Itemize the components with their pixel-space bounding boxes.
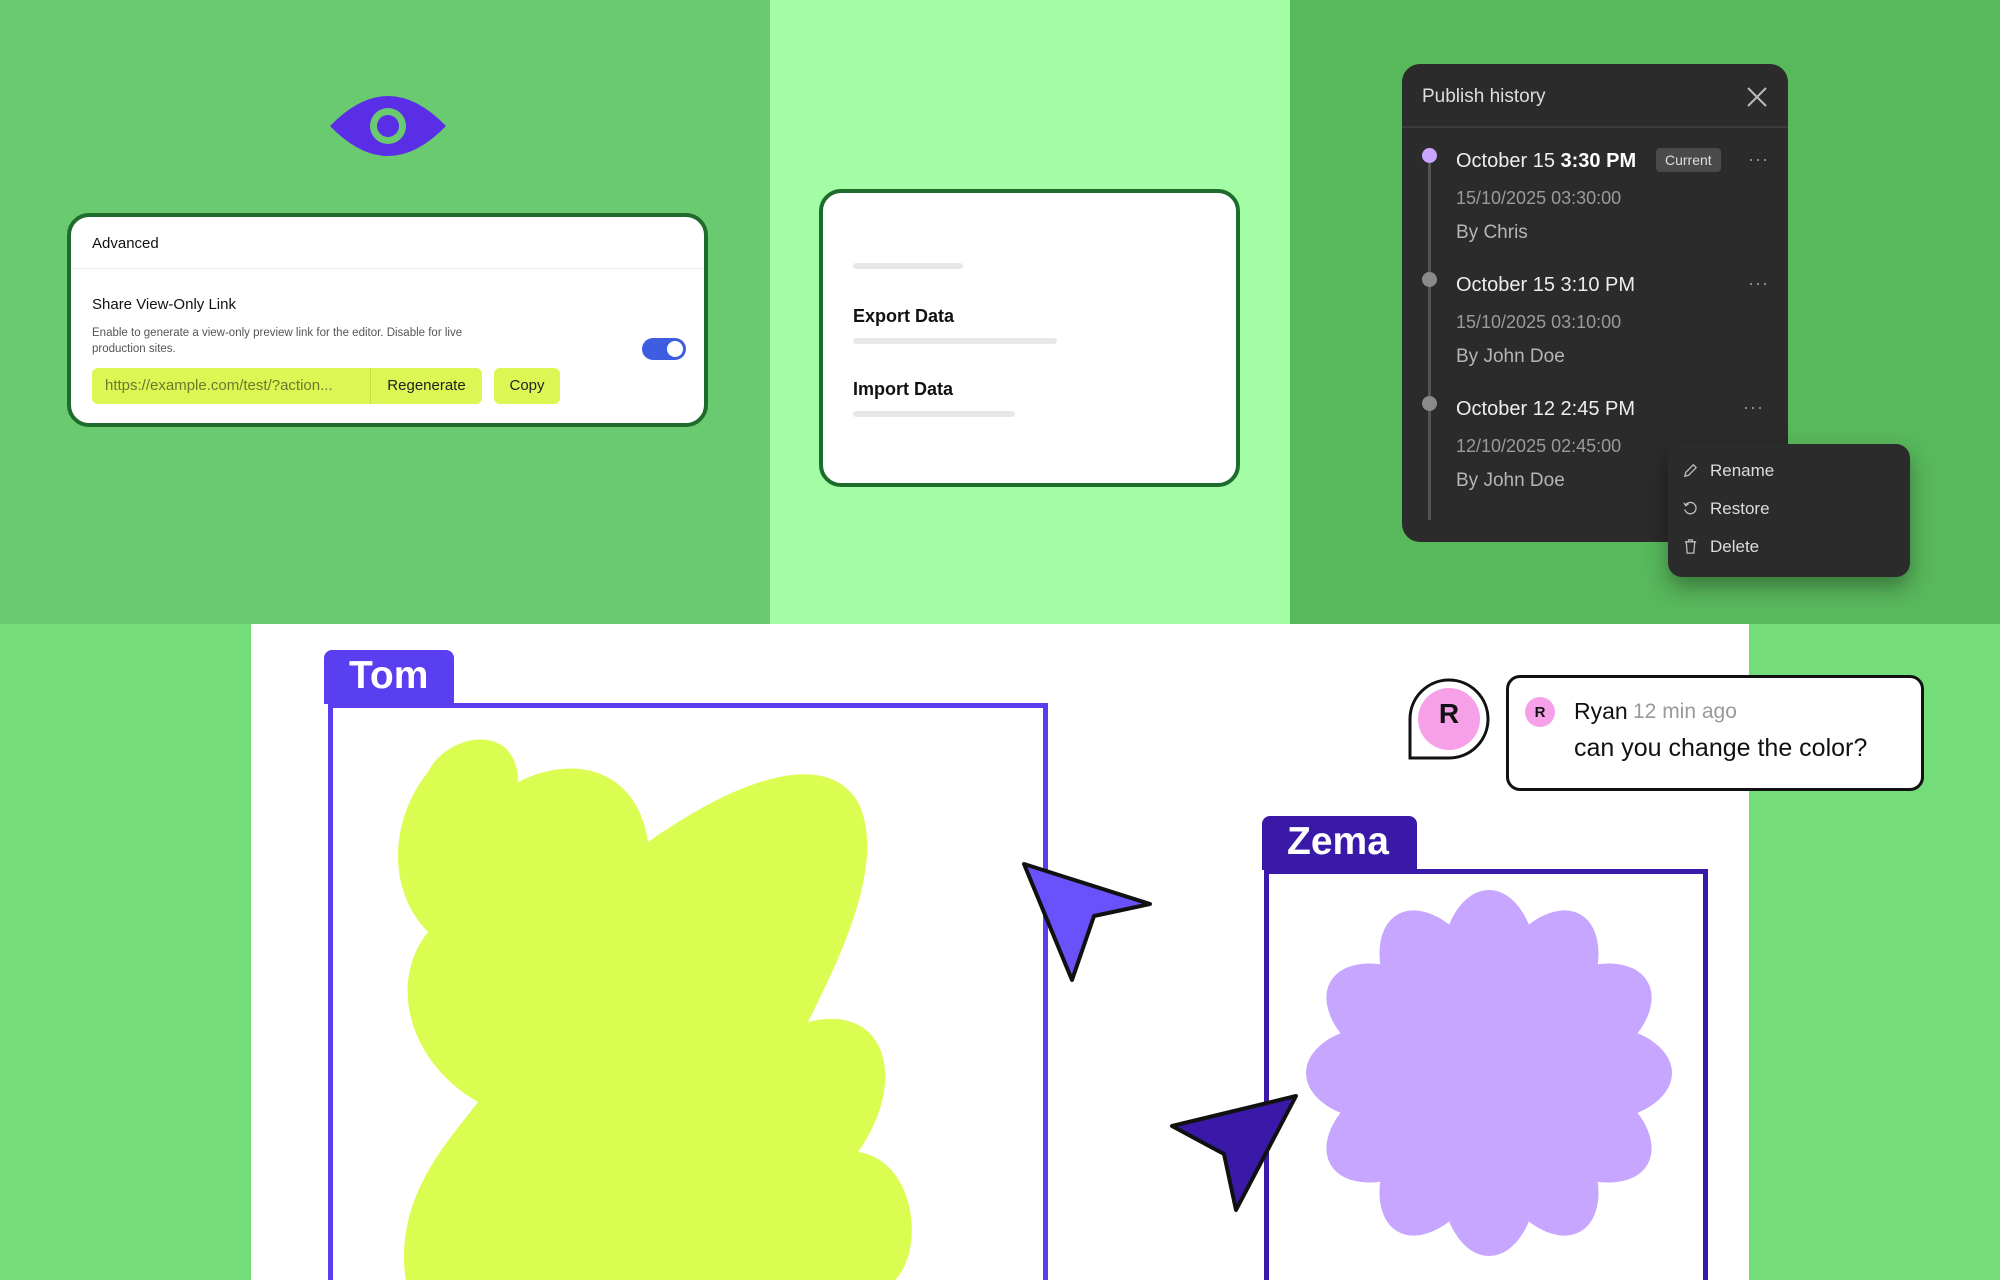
entry-author: By John Doe [1456, 346, 1565, 367]
import-data-item[interactable]: Import Data [853, 379, 953, 400]
history-timeline [1428, 156, 1431, 520]
share-link-toggle[interactable] [642, 338, 686, 360]
skeleton-line [853, 338, 1057, 344]
skeleton-line [853, 411, 1015, 417]
export-data-item[interactable]: Export Data [853, 306, 954, 327]
copy-button[interactable]: Copy [494, 368, 560, 404]
timeline-dot [1422, 396, 1437, 411]
timeline-dot [1422, 272, 1437, 287]
timeline-dot-current [1422, 148, 1437, 163]
avatar-letter: R [1438, 698, 1460, 729]
entry-title: October 15 3:30 PM [1456, 150, 1637, 172]
entry-timestamp: 12/10/2025 02:45:00 [1456, 436, 1622, 456]
menu-item-label: Rename [1710, 461, 1775, 480]
close-icon[interactable] [1746, 86, 1768, 108]
menu-item-label: Delete [1710, 537, 1760, 556]
entry-timestamp: 15/10/2025 03:10:00 [1456, 312, 1622, 332]
entry-author: By Chris [1456, 222, 1528, 243]
toggle-knob [667, 341, 683, 357]
entry-author: By John Doe [1456, 470, 1565, 491]
purple-flower-shape[interactable] [1306, 890, 1672, 1256]
lime-blob-shape[interactable] [368, 732, 1008, 1280]
publish-history-title: Publish history [1402, 64, 1788, 128]
comment-text: can you change the color? [1574, 734, 1868, 762]
frame-zema-label[interactable]: Zema [1262, 816, 1417, 870]
more-horizontal-icon[interactable]: ··· [1743, 397, 1764, 418]
frame-tom-label[interactable]: Tom [324, 650, 454, 704]
regenerate-button[interactable]: Regenerate [370, 368, 482, 404]
comment-avatar-pin[interactable]: R [1408, 678, 1490, 760]
eye-icon [330, 96, 446, 156]
share-link-description: Enable to generate a view-only preview l… [92, 327, 463, 355]
more-horizontal-icon[interactable]: ··· [1748, 149, 1769, 170]
comment-author: Ryan [1574, 698, 1628, 724]
entry-context-menu: Rename Restore Delete [1668, 444, 1910, 577]
pencil-icon [1683, 463, 1698, 478]
trash-icon [1684, 539, 1697, 554]
menu-item-restore[interactable]: Restore [1682, 496, 1892, 522]
current-badge: Current [1656, 148, 1721, 172]
share-link-title: Share View-Only Link [92, 296, 236, 313]
advanced-settings-card: Advanced Share View-Only Link Enable to … [67, 213, 708, 427]
more-horizontal-icon[interactable]: ··· [1748, 273, 1769, 294]
skeleton-line [853, 263, 963, 269]
restore-icon [1683, 501, 1697, 515]
entry-title: October 12 2:45 PM [1456, 398, 1635, 420]
entry-title: October 15 3:10 PM [1456, 274, 1635, 296]
advanced-header: Advanced [71, 217, 704, 269]
comment-time: 12 min ago [1633, 700, 1737, 723]
collaborator-cursor-icon [1022, 862, 1152, 982]
avatar: R [1525, 697, 1555, 727]
comment-bubble[interactable]: R Ryan 12 min ago can you change the col… [1506, 675, 1924, 791]
entry-timestamp: 15/10/2025 03:30:00 [1456, 188, 1622, 208]
data-menu-card: Export Data Import Data [819, 189, 1240, 487]
menu-item-rename[interactable]: Rename [1682, 458, 1892, 484]
menu-item-label: Restore [1710, 499, 1770, 518]
share-url-field[interactable]: https://example.com/test/?action... [92, 368, 370, 404]
collaborator-cursor-icon [1170, 1094, 1298, 1212]
menu-item-delete[interactable]: Delete [1682, 534, 1892, 560]
